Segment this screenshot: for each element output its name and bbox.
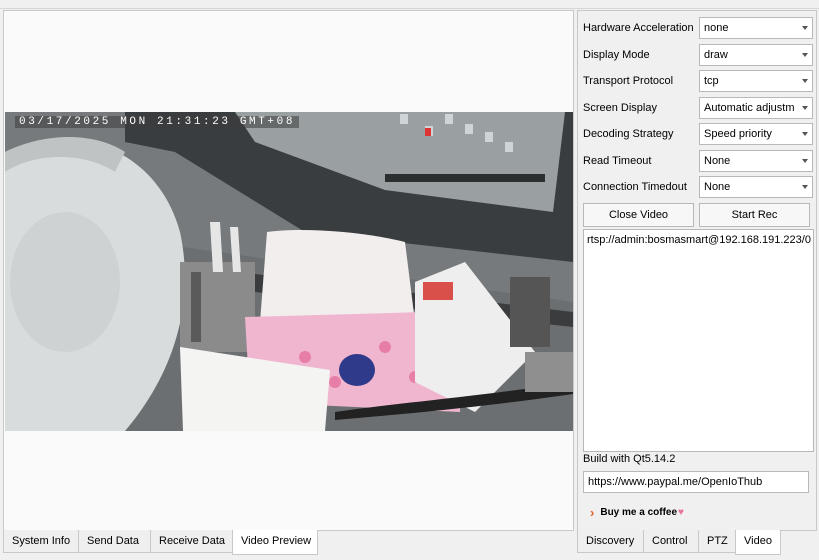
- stream-url-list[interactable]: rtsp://admin:bosmasmart@192.168.191.223/…: [583, 229, 814, 452]
- connection-timeout-select[interactable]: None: [699, 176, 813, 198]
- chevron-down-icon: [802, 185, 808, 189]
- tab-receive-data[interactable]: Receive Data: [150, 530, 233, 553]
- chevron-down-icon: [802, 159, 808, 163]
- decoding-strategy-select[interactable]: Speed priority: [699, 123, 813, 145]
- connection-timeout-label: Connection Timedout: [583, 181, 687, 193]
- video-settings-panel: Hardware Acceleration none Display Mode …: [577, 10, 817, 531]
- tab-ptz[interactable]: PTZ: [698, 530, 736, 553]
- setting-row-screen-display: Screen Display Automatic adjustm: [583, 97, 813, 119]
- video-timestamp-overlay: 03/17/2025 MON 21:31:23 GMT+08: [15, 116, 300, 128]
- hardware-acceleration-label: Hardware Acceleration: [583, 22, 694, 34]
- chevron-down-icon: [802, 53, 808, 57]
- display-mode-label: Display Mode: [583, 49, 650, 61]
- video-frame[interactable]: 03/17/2025 MON 21:31:23 GMT+08: [5, 112, 573, 431]
- decoding-strategy-label: Decoding Strategy: [583, 128, 674, 140]
- chevron-right-icon: ›: [590, 505, 595, 520]
- setting-row-connection-timeout: Connection Timedout None: [583, 176, 813, 198]
- camera-feed-image: [5, 112, 573, 431]
- window-top-edge: [0, 0, 819, 9]
- tab-video-preview[interactable]: Video Preview: [232, 530, 318, 555]
- buy-coffee-label: Buy me a coffee: [600, 507, 678, 518]
- chevron-down-icon: [802, 132, 808, 136]
- tab-discovery[interactable]: Discovery: [577, 530, 644, 553]
- right-tab-bar: Discovery Control PTZ Video: [577, 530, 781, 555]
- tab-system-info[interactable]: System Info: [3, 530, 79, 553]
- setting-row-display-mode: Display Mode draw: [583, 44, 813, 66]
- tab-control[interactable]: Control: [643, 530, 699, 553]
- setting-row-decoding-strategy: Decoding Strategy Speed priority: [583, 123, 813, 145]
- tab-send-data[interactable]: Send Data: [78, 530, 151, 553]
- setting-row-transport-protocol: Transport Protocol tcp: [583, 70, 813, 92]
- setting-row-read-timeout: Read Timeout None: [583, 150, 813, 172]
- paypal-url-field[interactable]: https://www.paypal.me/OpenIoThub: [583, 471, 809, 493]
- chevron-down-icon: [802, 79, 808, 83]
- left-tab-bar: System Info Send Data Receive Data Video…: [3, 530, 318, 555]
- display-mode-select[interactable]: draw: [699, 44, 813, 66]
- video-preview-pane: 03/17/2025 MON 21:31:23 GMT+08: [3, 10, 574, 531]
- buy-coffee-link[interactable]: › Buy me a coffee ♥: [590, 505, 684, 520]
- transport-protocol-select[interactable]: tcp: [699, 70, 813, 92]
- setting-row-hardware-acceleration: Hardware Acceleration none: [583, 17, 813, 39]
- stream-url-entry[interactable]: rtsp://admin:bosmasmart@192.168.191.223/…: [587, 234, 811, 246]
- screen-display-select[interactable]: Automatic adjustm: [699, 97, 813, 119]
- close-video-button[interactable]: Close Video: [583, 203, 694, 227]
- hardware-acceleration-select[interactable]: none: [699, 17, 813, 39]
- chevron-down-icon: [802, 106, 808, 110]
- build-info: Build with Qt5.14.2: [583, 453, 676, 465]
- transport-protocol-label: Transport Protocol: [583, 75, 674, 87]
- read-timeout-select[interactable]: None: [699, 150, 813, 172]
- tab-video[interactable]: Video: [735, 530, 781, 555]
- start-rec-button[interactable]: Start Rec: [699, 203, 810, 227]
- screen-display-label: Screen Display: [583, 102, 657, 114]
- heart-icon: ♥: [678, 507, 684, 518]
- chevron-down-icon: [802, 26, 808, 30]
- read-timeout-label: Read Timeout: [583, 155, 652, 167]
